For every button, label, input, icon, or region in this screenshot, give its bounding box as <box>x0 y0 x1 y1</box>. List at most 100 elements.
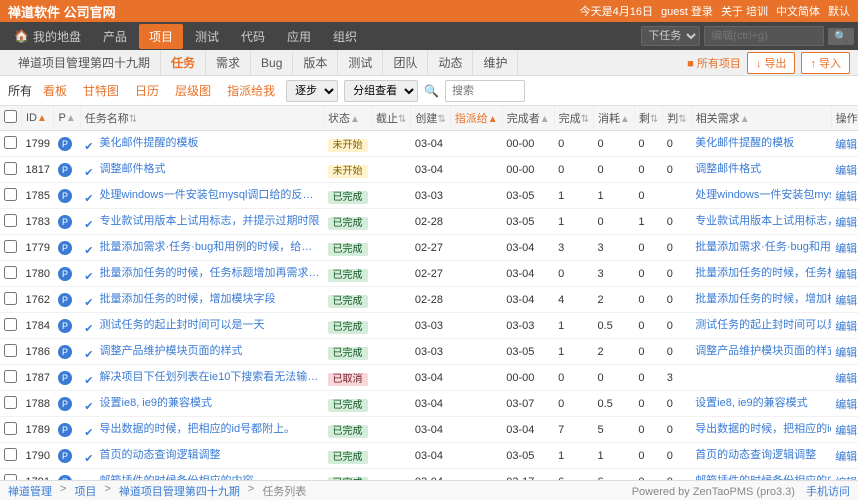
filter-gantt[interactable]: 甘特图 <box>78 80 124 101</box>
header-completed[interactable]: 完成者▲ <box>502 106 554 131</box>
task-name-link[interactable]: 批量添加需求·任务·bug和用例的时候，给循行处理为 <box>100 238 320 254</box>
task-name-link[interactable]: 测试任务的起止封时间可以是一天 <box>100 316 265 332</box>
related-link[interactable]: 批量添加任务的时候，增加模块字 <box>695 290 831 306</box>
footer-mobile[interactable]: 手机访问 <box>806 486 850 498</box>
nav-project[interactable]: 项目 <box>139 24 183 49</box>
task-name-link[interactable]: 调整产品维护模块页面的样式 <box>100 342 243 358</box>
row-checkbox[interactable] <box>0 287 22 313</box>
related-link[interactable]: 导出数据的时候，把相应的id号都 <box>695 420 831 436</box>
task-name-link[interactable]: 处理windows一件安装包mysql调口给的反值查询题 <box>100 186 320 202</box>
related-link[interactable]: 邮箱插件的时候备份相应的内容 <box>695 472 831 480</box>
header-deadline[interactable]: 截止⇅ <box>372 106 411 131</box>
related-link[interactable]: 批量添加任务的时候，任务标题增加对应需求 <box>695 264 831 280</box>
task-name-link[interactable]: 首页的动态查询逻辑调整 <box>100 446 221 462</box>
related-link[interactable]: 批量添加需求·任务·bug和用例 <box>695 238 831 254</box>
top-about[interactable]: 关于 培训 <box>721 3 768 19</box>
header-mul[interactable]: 判⇅ <box>663 106 691 131</box>
group-select[interactable]: 分组查看 <box>344 80 418 102</box>
header-checkbox[interactable] <box>0 106 22 131</box>
related-link[interactable]: 美化邮件提醒的模板 <box>695 134 794 150</box>
edit-link[interactable]: 编辑 <box>835 373 857 385</box>
subnav-requirement[interactable]: 需求 <box>206 50 251 75</box>
task-name-link[interactable]: 邮箱插件的时候备份相应的内容 <box>100 472 254 480</box>
row-checkbox[interactable] <box>0 417 22 443</box>
top-user[interactable]: guest 登录 <box>661 3 713 19</box>
row-checkbox[interactable] <box>0 469 22 481</box>
header-created[interactable]: 创建⇅ <box>411 106 450 131</box>
select-all-checkbox[interactable] <box>4 110 17 123</box>
edit-link[interactable]: 编辑 <box>835 399 857 411</box>
related-link[interactable]: 设置ie8, ie9的兼容模式 <box>695 394 807 410</box>
import-button[interactable]: ↑ 导入 <box>801 52 850 74</box>
edit-link[interactable]: 编辑 <box>835 477 857 481</box>
edit-link[interactable]: 编辑 <box>835 217 857 229</box>
logo[interactable]: 禅道软件 公司官网 <box>8 2 116 21</box>
nav-org[interactable]: 组织 <box>323 24 367 49</box>
subnav-bug[interactable]: Bug <box>251 52 293 74</box>
row-checkbox[interactable] <box>0 443 22 469</box>
row-checkbox[interactable] <box>0 235 22 261</box>
subnav-team[interactable]: 团队 <box>383 50 428 75</box>
top-account[interactable]: 默认 <box>828 3 850 19</box>
top-lang[interactable]: 中文简体 <box>776 3 820 19</box>
task-name-link[interactable]: 美化邮件提醒的模板 <box>100 134 199 150</box>
export-button[interactable]: ↓ 导出 <box>747 52 796 74</box>
edit-link[interactable]: 编辑 <box>835 139 857 151</box>
nav-product[interactable]: 产品 <box>93 24 137 49</box>
filter-hierarchy[interactable]: 层级图 <box>170 80 216 101</box>
all-projects-label[interactable]: ■ 所有项目 <box>687 55 741 71</box>
related-link[interactable]: 专业款试用版本上试用标志，并提示过期时 <box>695 212 831 228</box>
edit-link[interactable]: 编辑 <box>835 269 857 281</box>
task-filter-search[interactable] <box>445 80 525 102</box>
related-link[interactable]: 处理windows一件安装包mysql调口给的反值 <box>695 186 831 202</box>
task-name-link[interactable]: 专业款试用版本上试用标志，并提示过期时限 <box>100 212 320 228</box>
related-link[interactable]: 首页的动态查询逻辑调整 <box>695 446 816 462</box>
subnav-overview[interactable]: 禅道项目管理第四十九期 <box>8 50 161 75</box>
edit-link[interactable]: 编辑 <box>835 295 857 307</box>
task-name-link[interactable]: 批量添加任务的时候，任务标题增加再需求功能 <box>100 264 320 280</box>
task-name-link[interactable]: 调整邮件格式 <box>100 160 166 176</box>
subnav-maintain[interactable]: 维护 <box>473 50 518 75</box>
footer-link-project-name[interactable]: 禅道项目管理第四十九期 <box>119 483 240 499</box>
subnav-dynamic[interactable]: 动态 <box>428 50 473 75</box>
edit-link[interactable]: 编辑 <box>835 243 857 255</box>
edit-link[interactable]: 编辑 <box>835 321 857 333</box>
subnav-version[interactable]: 版本 <box>293 50 338 75</box>
task-name-link[interactable]: 导出数据的时候，把相应的id号都附上。 <box>100 420 296 436</box>
row-checkbox[interactable] <box>0 209 22 235</box>
top-search-button[interactable]: 🔍 <box>828 28 854 45</box>
edit-link[interactable]: 编辑 <box>835 191 857 203</box>
header-left[interactable]: 剩⇅ <box>634 106 662 131</box>
row-checkbox[interactable] <box>0 157 22 183</box>
step-select[interactable]: 逐步 <box>286 80 338 102</box>
nav-app[interactable]: 应用 <box>277 24 321 49</box>
footer-link-project[interactable]: 项目 <box>74 483 96 499</box>
edit-link[interactable]: 编辑 <box>835 165 857 177</box>
nav-my[interactable]: 🏠 我的地盘 <box>4 24 91 49</box>
header-name[interactable]: 任务名称⇅ <box>80 106 323 131</box>
header-p[interactable]: P▲ <box>54 106 80 131</box>
filter-assigned[interactable]: 指派给我 <box>222 80 280 101</box>
row-checkbox[interactable] <box>0 131 22 157</box>
task-type-select[interactable]: 下任务 <box>641 26 700 46</box>
related-link[interactable]: 测试任务的起止封时间可以是一天 <box>695 316 831 332</box>
header-related[interactable]: 相关需求▲ <box>691 106 831 131</box>
related-link[interactable]: 调整产品维护模块页面的样式 <box>695 342 831 358</box>
edit-link[interactable]: 编辑 <box>835 451 857 463</box>
header-status[interactable]: 状态▲ <box>324 106 372 131</box>
footer-link-admin[interactable]: 禅道管理 <box>8 483 52 499</box>
task-name-link[interactable]: 解决项目下任划列表在ie10下搜索看无法输入数据 <box>100 368 320 384</box>
related-link[interactable]: 调整邮件格式 <box>695 160 761 176</box>
subnav-test[interactable]: 测试 <box>338 50 383 75</box>
task-name-link[interactable]: 设置ie8, ie9的兼容模式 <box>100 394 212 410</box>
row-checkbox[interactable] <box>0 391 22 417</box>
subnav-task[interactable]: 任务 <box>161 50 206 75</box>
row-checkbox[interactable] <box>0 183 22 209</box>
row-checkbox[interactable] <box>0 261 22 287</box>
nav-test[interactable]: 测试 <box>185 24 229 49</box>
header-finish[interactable]: 完成⇅ <box>554 106 593 131</box>
task-name-link[interactable]: 批量添加任务的时候，增加模块字段 <box>100 290 276 306</box>
filter-calendar[interactable]: 日历 <box>130 80 164 101</box>
edit-link[interactable]: 编辑 <box>835 425 857 437</box>
header-consumed[interactable]: 消耗▲ <box>594 106 635 131</box>
